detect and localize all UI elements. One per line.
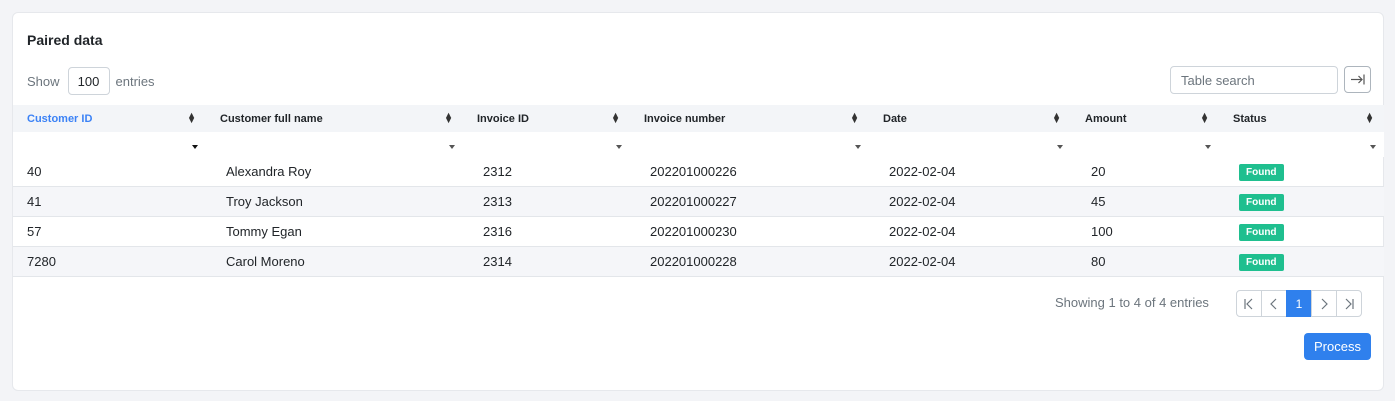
column-filter-row bbox=[13, 132, 1384, 157]
paired-data-table: Customer ID ▲ ▼ Customer full name ▲ ▼ Invoi… bbox=[13, 105, 1384, 277]
sort-icon: ▲ ▼ bbox=[611, 110, 620, 125]
dropdown-caret-icon bbox=[449, 145, 455, 149]
filter-customer-id[interactable] bbox=[13, 132, 206, 157]
chevron-right-icon bbox=[1321, 298, 1328, 309]
first-page-icon bbox=[1244, 298, 1253, 309]
table-row[interactable]: 57 Tommy Egan 2316 202201000230 2022-02-… bbox=[13, 216, 1384, 247]
column-header-amount[interactable]: Amount ▲ ▼ bbox=[1071, 105, 1219, 132]
page-button-current[interactable]: 1 bbox=[1286, 290, 1312, 317]
process-button[interactable]: Process bbox=[1304, 333, 1371, 360]
previous-page-button[interactable] bbox=[1261, 290, 1287, 317]
column-header-invoice-id[interactable]: Invoice ID ▲ ▼ bbox=[463, 105, 630, 132]
entries-label: entries bbox=[115, 73, 155, 89]
cell-amount: 45 bbox=[1071, 186, 1219, 217]
cell-invoice-id: 2312 bbox=[463, 157, 630, 187]
dropdown-caret-icon bbox=[1205, 145, 1211, 149]
sort-icon: ▲ ▼ bbox=[187, 110, 196, 125]
last-page-button[interactable] bbox=[1336, 290, 1362, 317]
filter-invoice-id[interactable] bbox=[463, 132, 630, 157]
cell-status: Found bbox=[1219, 157, 1384, 187]
cell-status: Found bbox=[1219, 186, 1384, 217]
card-title: Paired data bbox=[27, 32, 103, 48]
cell-invoice-id: 2314 bbox=[463, 246, 630, 277]
sort-icon: ▲ ▼ bbox=[1052, 110, 1061, 125]
cell-amount: 20 bbox=[1071, 157, 1219, 187]
column-header-customer-id[interactable]: Customer ID ▲ ▼ bbox=[13, 105, 206, 132]
entries-per-page-input[interactable]: 100 bbox=[67, 67, 110, 95]
cell-invoice-id: 2313 bbox=[463, 186, 630, 217]
table-search-input[interactable] bbox=[1170, 66, 1338, 94]
cell-status: Found bbox=[1219, 216, 1384, 247]
filter-customer-full-name[interactable] bbox=[206, 132, 463, 157]
table-info-text: Showing 1 to 4 of 4 entries bbox=[1055, 295, 1209, 310]
cell-customer-name: Carol Moreno bbox=[206, 246, 463, 277]
status-badge: Found bbox=[1239, 163, 1284, 181]
column-header-invoice-number[interactable]: Invoice number ▲ ▼ bbox=[630, 105, 869, 132]
cell-status: Found bbox=[1219, 246, 1384, 277]
page-length-control: Show 100 entries bbox=[27, 67, 155, 95]
last-page-icon bbox=[1345, 298, 1354, 309]
export-button[interactable] bbox=[1344, 66, 1371, 93]
table-row[interactable]: 7280 Carol Moreno 2314 202201000228 2022… bbox=[13, 246, 1384, 277]
cell-invoice-number: 202201000230 bbox=[630, 216, 869, 247]
first-page-button[interactable] bbox=[1236, 290, 1262, 317]
dropdown-caret-icon bbox=[1057, 145, 1063, 149]
dropdown-caret-icon bbox=[192, 145, 198, 149]
table-row[interactable]: 41 Troy Jackson 2313 202201000227 2022-0… bbox=[13, 186, 1384, 217]
cell-invoice-number: 202201000228 bbox=[630, 246, 869, 277]
sort-icon: ▲ ▼ bbox=[444, 110, 453, 125]
status-badge: Found bbox=[1239, 253, 1284, 271]
cell-date: 2022-02-04 bbox=[869, 246, 1071, 277]
filter-date[interactable] bbox=[869, 132, 1071, 157]
column-header-date[interactable]: Date ▲ ▼ bbox=[869, 105, 1071, 132]
status-badge: Found bbox=[1239, 223, 1284, 241]
dropdown-caret-icon bbox=[616, 145, 622, 149]
sort-icon: ▲ ▼ bbox=[1200, 110, 1209, 125]
cell-customer-id: 7280 bbox=[13, 246, 206, 277]
next-page-button[interactable] bbox=[1311, 290, 1337, 317]
column-header-status[interactable]: Status ▲ ▼ bbox=[1219, 105, 1384, 132]
status-badge: Found bbox=[1239, 193, 1284, 211]
cell-customer-id: 41 bbox=[13, 186, 206, 217]
sort-icon: ▲ ▼ bbox=[850, 110, 859, 125]
export-arrow-icon bbox=[1351, 74, 1365, 85]
table-header-row: Customer ID ▲ ▼ Customer full name ▲ ▼ Invoi… bbox=[13, 105, 1384, 132]
cell-invoice-number: 202201000227 bbox=[630, 186, 869, 217]
cell-customer-id: 57 bbox=[13, 216, 206, 247]
filter-status[interactable] bbox=[1219, 132, 1384, 157]
filter-invoice-number[interactable] bbox=[630, 132, 869, 157]
cell-amount: 100 bbox=[1071, 216, 1219, 247]
column-header-customer-full-name[interactable]: Customer full name ▲ ▼ bbox=[206, 105, 463, 132]
cell-date: 2022-02-04 bbox=[869, 216, 1071, 247]
dropdown-caret-icon bbox=[1370, 145, 1376, 149]
cell-customer-id: 40 bbox=[13, 157, 206, 187]
cell-date: 2022-02-04 bbox=[869, 157, 1071, 187]
cell-amount: 80 bbox=[1071, 246, 1219, 277]
cell-invoice-number: 202201000226 bbox=[630, 157, 869, 187]
cell-invoice-id: 2316 bbox=[463, 216, 630, 247]
chevron-left-icon bbox=[1270, 298, 1277, 309]
show-label: Show bbox=[27, 73, 60, 89]
cell-customer-name: Alexandra Roy bbox=[206, 157, 463, 187]
cell-customer-name: Troy Jackson bbox=[206, 186, 463, 217]
filter-amount[interactable] bbox=[1071, 132, 1219, 157]
dropdown-caret-icon bbox=[855, 145, 861, 149]
sort-icon: ▲ ▼ bbox=[1365, 110, 1374, 125]
paired-data-card: Paired data Show 100 entries Customer ID… bbox=[12, 12, 1384, 391]
pagination: 1 bbox=[1236, 290, 1362, 317]
cell-date: 2022-02-04 bbox=[869, 186, 1071, 217]
cell-customer-name: Tommy Egan bbox=[206, 216, 463, 247]
table-row[interactable]: 40 Alexandra Roy 2312 202201000226 2022-… bbox=[13, 157, 1384, 187]
